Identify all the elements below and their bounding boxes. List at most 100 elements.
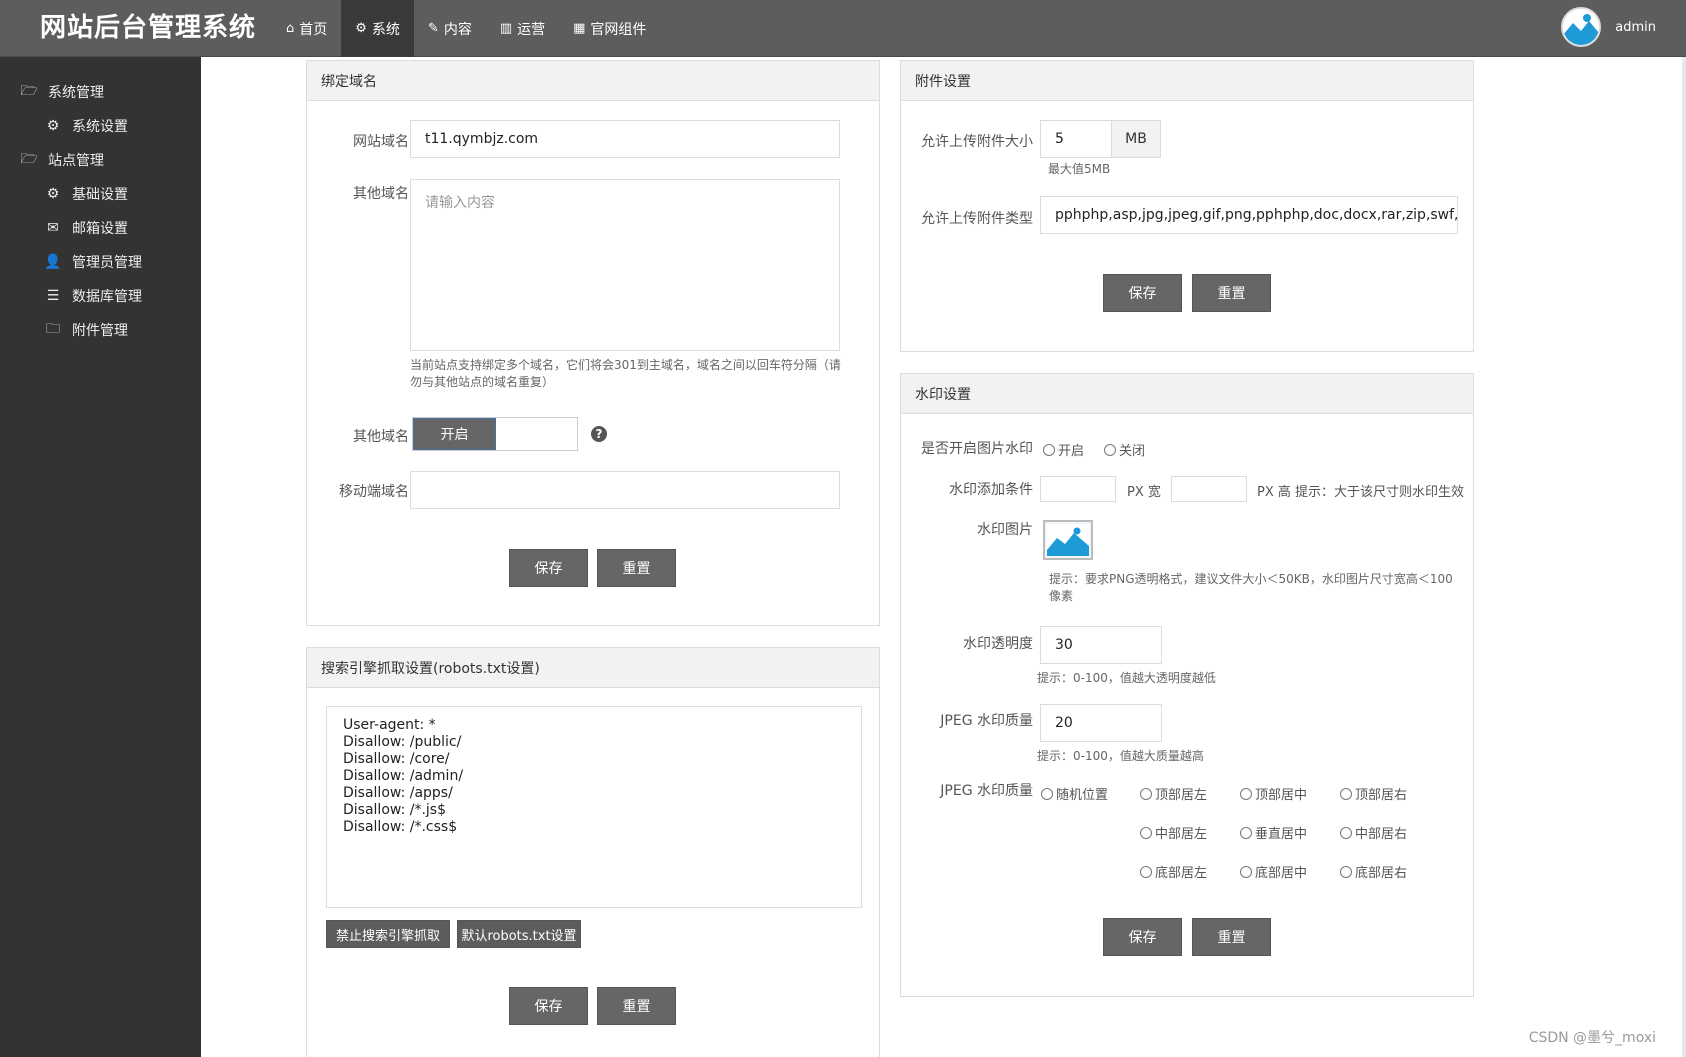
position-random-radio[interactable]: 随机位置 [1041, 784, 1108, 803]
robots-textarea[interactable]: User-agent: * Disallow: /public/ Disallo… [326, 706, 862, 908]
watermark-quality-input[interactable]: 20 [1040, 704, 1162, 742]
radio-circle [1240, 826, 1252, 839]
watermark-enable-off-radio[interactable]: 关闭 [1104, 440, 1145, 459]
reset-button[interactable]: 重置 [1192, 918, 1271, 956]
watermark-opacity-label: 水印透明度 [963, 636, 1033, 652]
user-menu[interactable]: admin [1561, 7, 1656, 47]
radio-label: 关闭 [1119, 444, 1146, 459]
position-top-center-radio[interactable]: 顶部居中 [1240, 784, 1307, 803]
px-width-label: PX 宽 [1127, 485, 1161, 500]
watermark-opacity-input[interactable]: 30 [1040, 626, 1162, 664]
watermark-image-thumbnail[interactable] [1043, 520, 1093, 560]
page-scrollbar[interactable] [1682, 57, 1686, 1057]
attach-size-unit: MB [1111, 120, 1161, 158]
watermark-height-input[interactable] [1171, 476, 1247, 502]
nav-home[interactable]: ⌂ 首页 [272, 0, 341, 57]
site-domain-label: 网站域名 [353, 134, 409, 150]
nav-system-label: 系统 [371, 21, 400, 38]
other-domain-textarea[interactable]: 请输入内容 [410, 179, 840, 351]
sidebar-item-attachment-management[interactable]: 🗀 附件管理 [0, 313, 201, 347]
question-circle-icon[interactable]: ? [591, 426, 607, 442]
watermark-quality-hint: 提示：0-100，值越大质量越高 [1037, 749, 1204, 763]
position-middle-right-radio[interactable]: 中部居右 [1340, 823, 1407, 842]
database-icon: ☰ [46, 288, 60, 304]
avatar[interactable] [1561, 7, 1602, 47]
radio-label: 中部居左 [1155, 827, 1208, 842]
watermark-image-hint: 提示：要求PNG透明格式，建议文件大小＜50KB，水印图片尺寸宽高＜100像素 [1049, 572, 1453, 603]
radio-circle [1041, 787, 1053, 800]
reset-button[interactable]: 重置 [597, 987, 676, 1025]
sidebar-item-system-settings[interactable]: ⚙ 系统设置 [0, 109, 201, 143]
position-bottom-center-radio[interactable]: 底部居中 [1240, 862, 1307, 881]
save-button[interactable]: 保存 [1103, 274, 1182, 312]
save-button[interactable]: 保存 [509, 987, 588, 1025]
nav-content[interactable]: ✎ 内容 [414, 0, 486, 57]
gear-icon: ⚙ [46, 186, 60, 202]
folder-icon: 🗀 [46, 321, 60, 337]
radio-circle [1240, 865, 1252, 878]
position-top-right-radio[interactable]: 顶部居右 [1340, 784, 1407, 803]
radio-circle [1140, 787, 1152, 800]
nav-components[interactable]: ▦ 官网组件 [559, 0, 660, 57]
nav-operation[interactable]: ▥ 运营 [486, 0, 559, 57]
envelope-icon: ✉ [47, 220, 59, 236]
position-bottom-right-radio[interactable]: 底部居右 [1340, 862, 1407, 881]
radio-label: 开启 [1058, 444, 1085, 459]
radio-label: 顶部居左 [1155, 788, 1208, 803]
watermark-image-label: 水印图片 [977, 522, 1033, 538]
radio-label: 垂直居中 [1255, 827, 1308, 842]
radio-circle [1140, 865, 1152, 878]
nav-home-label: 首页 [299, 21, 328, 38]
sidebar-item-admin-management[interactable]: 👤 管理员管理 [0, 245, 201, 279]
radio-circle [1043, 443, 1055, 456]
mobile-domain-input[interactable] [410, 471, 840, 509]
sidebar-group-system[interactable]: 🗁 系统管理 [0, 75, 201, 109]
sidebar-item-label: 邮箱设置 [72, 221, 128, 237]
sidebar-item-basic-settings[interactable]: ⚙ 基础设置 [0, 177, 201, 211]
watermark-condition-label: 水印添加条件 [949, 482, 1033, 498]
site-domain-input[interactable]: t11.qymbjz.com [410, 120, 840, 158]
home-icon: ⌂ [286, 21, 295, 36]
sidebar-item-database-management[interactable]: ☰ 数据库管理 [0, 279, 201, 313]
reset-button[interactable]: 重置 [597, 549, 676, 587]
nav-system[interactable]: ⚙ 系统 [341, 0, 414, 57]
other-domain-toggle[interactable]: 开启 [412, 417, 578, 451]
position-middle-center-radio[interactable]: 垂直居中 [1240, 823, 1307, 842]
sidebar-group-site[interactable]: 🗁 站点管理 [0, 143, 201, 177]
other-domain-hint: 当前站点支持绑定多个域名，它们将会301到主域名，域名之间以回车符分隔（请勿与其… [410, 358, 841, 389]
credit-watermark: CSDN @墨兮_moxi [1528, 1030, 1656, 1046]
attach-type-input[interactable]: pphphp,asp,jpg,jpeg,gif,png,pphphp,doc,d… [1040, 196, 1458, 234]
sidebar-group-label: 系统管理 [48, 85, 104, 101]
save-button[interactable]: 保存 [1103, 918, 1182, 956]
default-robots-button[interactable]: 默认robots.txt设置 [457, 920, 581, 948]
watermark-enable-on-radio[interactable]: 开启 [1043, 440, 1084, 459]
sidebar-item-label: 附件管理 [72, 323, 128, 339]
attach-size-input[interactable]: 5 [1040, 120, 1112, 158]
brand-title: 网站后台管理系统 [40, 13, 257, 43]
block-search-engine-button[interactable]: 禁止搜索引擎抓取 [326, 920, 450, 948]
cogs-icon: ⚙ [46, 118, 60, 134]
sidebar-item-email-settings[interactable]: ✉ 邮箱设置 [0, 211, 201, 245]
user-icon: 👤 [44, 254, 62, 270]
toggle-on-button[interactable]: 开启 [413, 418, 496, 450]
panel-title: 搜索引擎抓取设置(robots.txt设置) [307, 648, 879, 688]
sidebar-item-label: 基础设置 [72, 187, 128, 203]
radio-circle [1340, 787, 1352, 800]
px-height-label: PX 高 提示：大于该尺寸则水印生效 [1257, 485, 1465, 500]
watermark-width-input[interactable] [1040, 476, 1116, 502]
position-middle-left-radio[interactable]: 中部居左 [1140, 823, 1207, 842]
edit-icon: ✎ [427, 21, 439, 36]
radio-circle [1140, 826, 1152, 839]
table-icon: ▦ [573, 21, 586, 36]
radio-circle [1104, 443, 1116, 456]
watermark-opacity-hint: 提示：0-100，值越大透明度越低 [1037, 671, 1216, 685]
save-button[interactable]: 保存 [509, 549, 588, 587]
position-top-left-radio[interactable]: 顶部居左 [1140, 784, 1207, 803]
mobile-domain-label: 移动端域名 [339, 484, 409, 500]
position-bottom-left-radio[interactable]: 底部居左 [1140, 862, 1207, 881]
radio-label: 中部居右 [1355, 827, 1408, 842]
reset-button[interactable]: 重置 [1192, 274, 1271, 312]
image-placeholder-icon [1047, 524, 1089, 556]
cogs-icon: ⚙ [355, 21, 367, 36]
nav-components-label: 官网组件 [590, 21, 647, 38]
